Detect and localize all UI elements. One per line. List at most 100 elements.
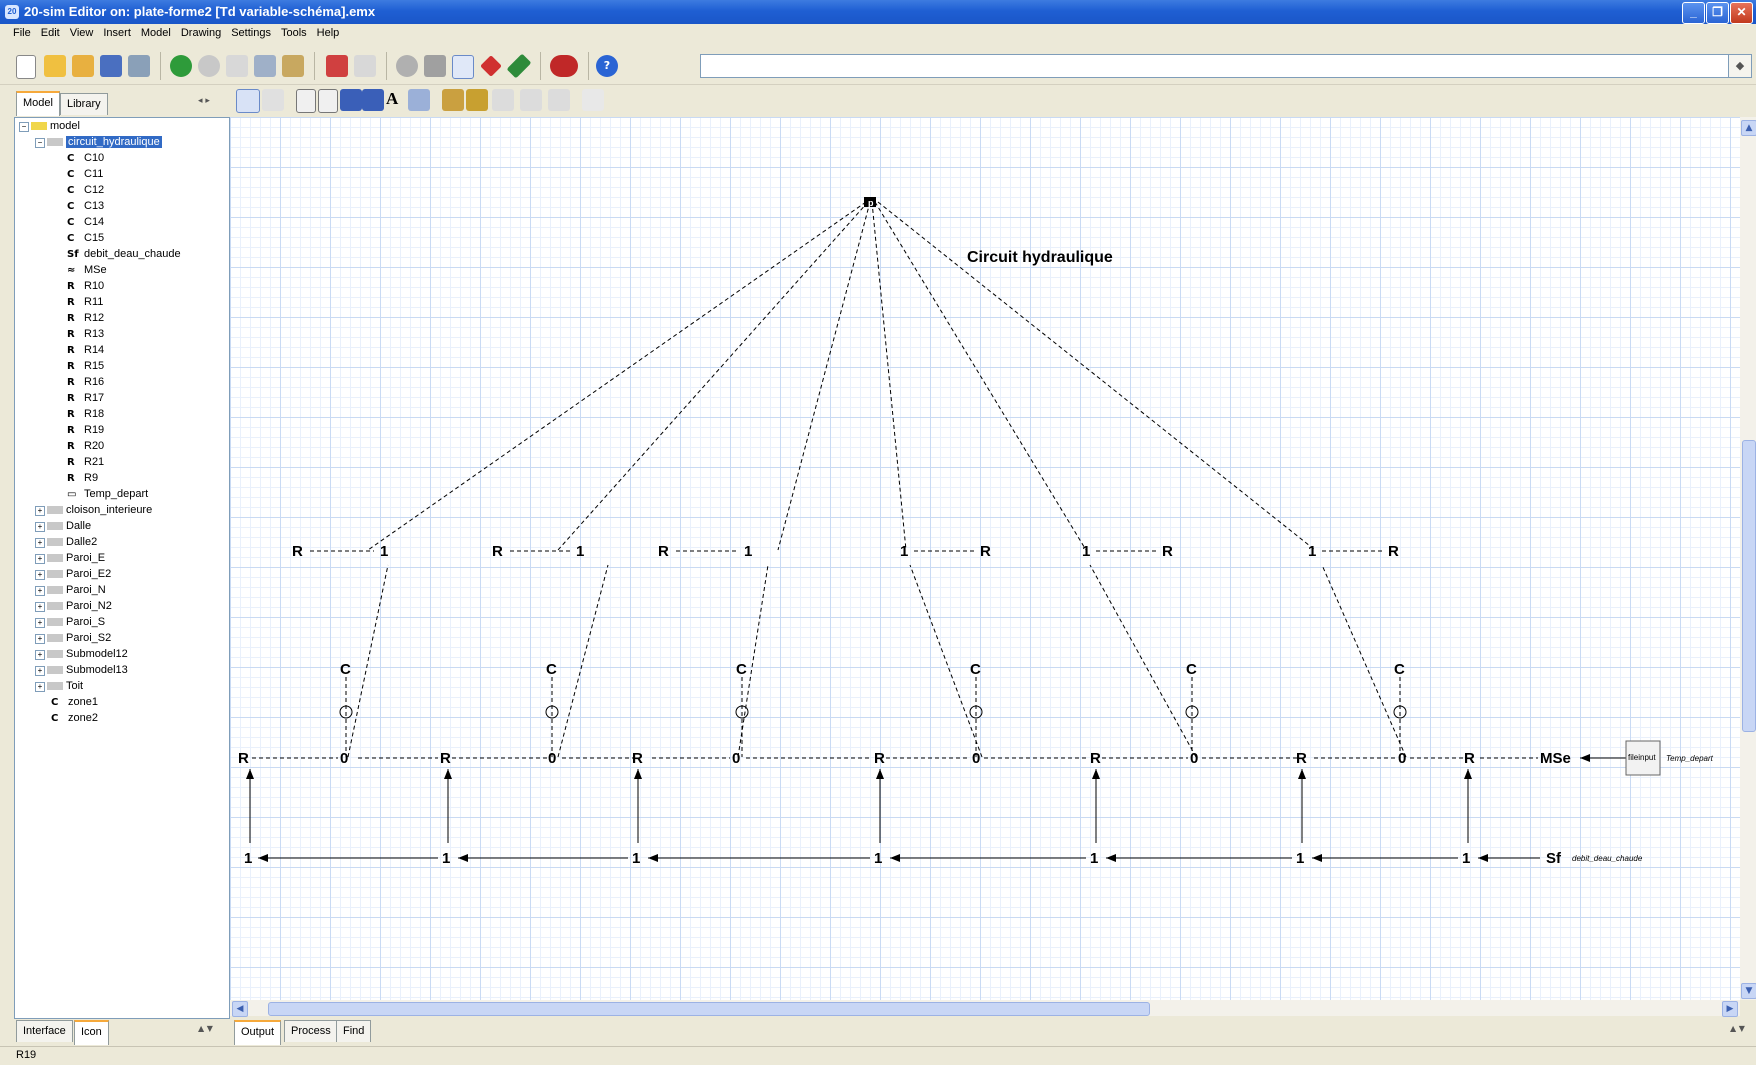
menu-file[interactable]: File: [8, 24, 36, 39]
tree-item-submodel[interactable]: Toit: [47, 678, 83, 694]
line-width-icon[interactable]: [548, 89, 570, 111]
tree-item-submodel[interactable]: Paroi_S: [47, 614, 105, 630]
tree-item[interactable]: Czone2: [51, 710, 98, 726]
one-junction[interactable]: 1: [874, 850, 882, 867]
zero-junction[interactable]: 0: [1190, 750, 1198, 767]
paste-icon[interactable]: [282, 55, 304, 77]
c-element[interactable]: C: [546, 661, 557, 678]
vertical-scroll-thumb[interactable]: [1742, 440, 1756, 732]
debug-icon[interactable]: [550, 55, 578, 77]
process-model-icon[interactable]: [424, 55, 446, 77]
r-element[interactable]: R: [632, 750, 643, 767]
select-tool-icon[interactable]: [236, 89, 260, 113]
tree-item[interactable]: R R16: [67, 374, 104, 390]
tab-model[interactable]: Model: [16, 91, 60, 116]
scroll-left-icon[interactable]: ◀: [232, 1001, 248, 1017]
tab-icon[interactable]: Icon: [74, 1020, 109, 1045]
expand-icon[interactable]: +: [35, 554, 45, 564]
zero-junction[interactable]: 0: [340, 750, 348, 767]
menu-drawing[interactable]: Drawing: [176, 24, 226, 39]
expand-icon[interactable]: +: [35, 634, 45, 644]
menu-insert[interactable]: Insert: [98, 24, 136, 39]
3d-editor-icon[interactable]: [480, 55, 502, 77]
c-element[interactable]: C: [970, 661, 981, 678]
menu-tools[interactable]: Tools: [276, 24, 312, 39]
tree-item-submodel[interactable]: Dalle: [47, 518, 91, 534]
expand-icon[interactable]: +: [35, 538, 45, 548]
zero-junction[interactable]: 0: [548, 750, 556, 767]
help-icon[interactable]: ?: [596, 55, 618, 77]
tree-item[interactable]: R R9: [67, 470, 98, 486]
r-element[interactable]: R: [1090, 750, 1101, 767]
horizontal-scroll-thumb[interactable]: [268, 1002, 1150, 1016]
sf-element[interactable]: Sf: [1546, 850, 1562, 867]
copy-icon[interactable]: [254, 55, 276, 77]
r-element[interactable]: R: [1388, 543, 1399, 560]
pencil-icon[interactable]: [506, 53, 532, 79]
collapse-icon[interactable]: −: [35, 138, 45, 148]
tree-item-submodel[interactable]: Paroi_E2: [47, 566, 111, 582]
tree-item[interactable]: Czone1: [51, 694, 98, 710]
scroll-down-icon[interactable]: ▼: [1741, 983, 1756, 999]
tree-item[interactable]: Sf debit_deau_chaude: [67, 246, 181, 262]
c-element[interactable]: C: [340, 661, 351, 678]
r-element[interactable]: R: [1162, 543, 1173, 560]
menu-edit[interactable]: Edit: [36, 24, 65, 39]
one-junction[interactable]: 1: [576, 543, 584, 560]
r-element[interactable]: R: [874, 750, 885, 767]
panel-toggle-icon[interactable]: ▲ ▼: [198, 1024, 213, 1033]
tab-find[interactable]: Find: [336, 1020, 372, 1042]
restore-button[interactable]: ❐: [1706, 2, 1729, 24]
one-junction[interactable]: 1: [900, 543, 908, 560]
tree-item[interactable]: C C10: [67, 150, 104, 166]
tree-item-submodel[interactable]: Paroi_E: [47, 550, 105, 566]
output-toggle-icon[interactable]: ▲ ▼: [1730, 1024, 1745, 1033]
tree-item[interactable]: C C12: [67, 182, 104, 198]
tree-item[interactable]: C C14: [67, 214, 104, 230]
signal-tool-icon[interactable]: [318, 89, 338, 113]
expand-icon[interactable]: +: [35, 506, 45, 516]
tree-item[interactable]: R R17: [67, 390, 104, 406]
tree-item[interactable]: R R20: [67, 438, 104, 454]
expand-icon[interactable]: +: [35, 602, 45, 612]
menu-model[interactable]: Model: [136, 24, 176, 39]
arrow-style-icon[interactable]: [520, 89, 542, 111]
line-color-icon[interactable]: [442, 89, 464, 111]
tree-item-submodel[interactable]: Paroi_N: [47, 582, 106, 598]
tree-item[interactable]: R R18: [67, 406, 104, 422]
rectangle-tool-icon[interactable]: [340, 89, 362, 111]
one-junction[interactable]: 1: [1090, 850, 1098, 867]
r-element[interactable]: R: [440, 750, 451, 767]
r-element[interactable]: R: [1296, 750, 1307, 767]
tree-item-submodel[interactable]: cloison_interieure: [47, 502, 152, 518]
zero-junction[interactable]: 0: [972, 750, 980, 767]
r-element[interactable]: R: [492, 543, 503, 560]
tree-item[interactable]: R R11: [67, 294, 103, 310]
tree-item-submodel[interactable]: Submodel13: [47, 662, 128, 678]
one-junction[interactable]: 1: [632, 850, 640, 867]
one-junction[interactable]: 1: [1308, 543, 1316, 560]
new-file-icon[interactable]: [16, 55, 36, 79]
tab-process[interactable]: Process: [284, 1020, 338, 1042]
expand-icon[interactable]: +: [35, 522, 45, 532]
mse-element[interactable]: MSe: [1540, 750, 1571, 767]
scroll-up-icon[interactable]: ▲: [1741, 120, 1756, 136]
expand-icon[interactable]: +: [35, 618, 45, 628]
redo-icon[interactable]: [198, 55, 220, 77]
c-element[interactable]: C: [736, 661, 747, 678]
diagram-canvas[interactable]: Circuit hydraulique p R 1 R 1 R 1 1 R 1 …: [230, 117, 1740, 1000]
panel-nav-icon[interactable]: ◂ ▸: [198, 96, 210, 106]
print-icon[interactable]: [128, 55, 150, 77]
bond-tool-icon[interactable]: [296, 89, 316, 113]
tree-item[interactable]: R R21: [67, 454, 104, 470]
open-library-icon[interactable]: [72, 55, 94, 77]
expand-icon[interactable]: +: [35, 666, 45, 676]
scroll-right-icon[interactable]: ▶: [1722, 1001, 1738, 1017]
expand-icon[interactable]: +: [35, 650, 45, 660]
expand-icon[interactable]: +: [35, 586, 45, 596]
tree-item[interactable]: C C15: [67, 230, 104, 246]
go-up-icon[interactable]: [326, 55, 348, 77]
r-element[interactable]: R: [1464, 750, 1475, 767]
go-down-icon[interactable]: [354, 55, 376, 77]
menu-view[interactable]: View: [65, 24, 99, 39]
